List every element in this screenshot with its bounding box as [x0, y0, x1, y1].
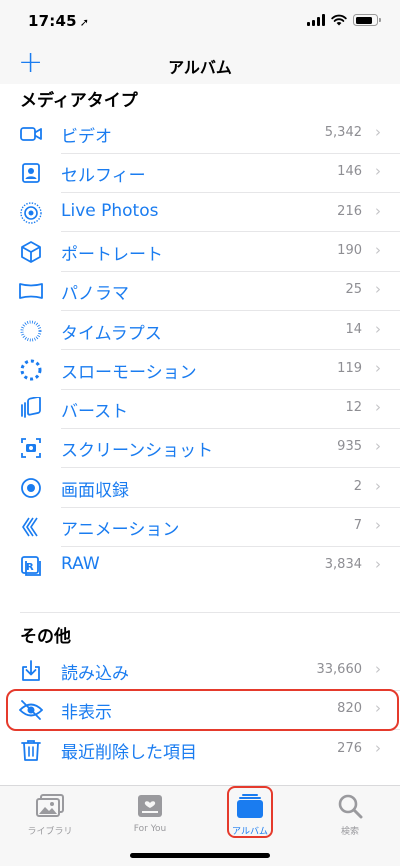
tab-for-you[interactable]: For You — [100, 792, 200, 834]
chevron-right-icon: › — [375, 123, 381, 141]
album-row-label: ビデオ — [61, 127, 112, 147]
album-row-label: スローモーション — [61, 362, 197, 383]
tab-label: ライブラリ — [27, 827, 73, 837]
album-row-count: 12 — [345, 400, 362, 416]
status-bar: 17:45 ➚ — [0, 0, 400, 44]
album-row-count: 216 — [337, 203, 362, 219]
album-row-slow-motion[interactable]: スローモーション 119 › — [0, 350, 400, 389]
album-row-label: アニメーション — [61, 520, 180, 540]
chevron-right-icon: › — [375, 555, 381, 574]
screenshot-icon — [19, 436, 43, 460]
tab-library[interactable]: ライブラリ — [0, 792, 100, 837]
chevron-right-icon: › — [375, 319, 381, 338]
album-row-video[interactable]: ビデオ 5,342 › — [0, 114, 400, 153]
panorama-icon — [19, 279, 43, 303]
album-row-screenshot[interactable]: スクリーンショット 935 › — [0, 428, 400, 467]
album-row-label: 画面収録 — [61, 480, 129, 501]
nav-bar: + アルバム — [0, 44, 400, 84]
svg-text:R: R — [26, 562, 34, 573]
album-row-label: RAW — [61, 554, 100, 575]
portrait-cube-icon — [19, 240, 43, 264]
album-row-count: 14 — [345, 321, 362, 337]
burst-icon — [19, 396, 43, 421]
chevron-right-icon: › — [375, 280, 381, 299]
album-row-count: 190 — [337, 242, 362, 258]
selfie-icon — [19, 161, 43, 185]
album-row-label: セルフィー — [61, 166, 146, 187]
cellular-signal-icon — [307, 14, 325, 26]
slow-motion-icon — [19, 358, 43, 382]
album-row-selfie[interactable]: セルフィー 146 › — [0, 153, 400, 192]
chevron-right-icon: › — [375, 516, 381, 534]
album-row-count: 5,342 — [324, 125, 362, 140]
tab-label: For You — [133, 824, 167, 834]
album-row-count: 2 — [353, 478, 362, 494]
wifi-icon — [331, 14, 347, 26]
status-time: 17:45 ➚ — [28, 12, 89, 30]
screen-recording-icon — [19, 476, 43, 500]
album-row-live-photos[interactable]: Live Photos 216 › — [0, 193, 400, 232]
chevron-right-icon: › — [375, 437, 381, 456]
album-row-count: 935 — [337, 439, 362, 455]
album-row-count: 276 — [337, 740, 362, 756]
section-header-other: その他 — [20, 627, 71, 647]
chevron-right-icon: › — [375, 162, 381, 181]
album-row-label: 読み込み — [61, 664, 129, 684]
tab-label: 検索 — [340, 827, 359, 837]
section-header-media-types: メディアタイプ — [20, 91, 138, 111]
battery-icon — [353, 14, 381, 26]
album-row-label: スクリーンショット — [61, 441, 214, 462]
live-photos-icon — [19, 201, 43, 225]
album-row-label: ポートレート — [61, 244, 163, 265]
album-row-import[interactable]: 読み込み 33,660 › — [0, 651, 400, 690]
video-icon — [19, 122, 43, 146]
chevron-right-icon: › — [375, 201, 381, 220]
album-row-count: 3,834 — [324, 557, 362, 573]
album-row-screen-recording[interactable]: 画面収録 2 › — [0, 468, 400, 507]
album-row-count: 146 — [337, 164, 362, 180]
chevron-right-icon: › — [375, 358, 381, 377]
album-row-animation[interactable]: アニメーション 7 › — [0, 507, 400, 546]
album-row-burst[interactable]: バースト 12 › — [0, 389, 400, 428]
album-row-count: 7 — [353, 518, 362, 533]
tab-search[interactable]: 検索 — [300, 792, 400, 837]
chevron-right-icon: › — [375, 738, 381, 757]
album-row-label: タイムラプス — [61, 323, 162, 344]
highlight-albums-tab — [227, 786, 273, 838]
highlight-hidden-row — [6, 689, 399, 731]
page-title: アルバム — [168, 58, 232, 77]
chevron-right-icon: › — [375, 240, 381, 259]
status-indicators — [307, 14, 381, 26]
library-photo-icon — [35, 792, 65, 820]
album-row-label: パノラマ — [61, 284, 129, 305]
album-row-count: 25 — [345, 282, 362, 298]
chevron-right-icon: › — [375, 398, 381, 417]
album-row-portrait-cube[interactable]: ポートレート 190 › — [0, 232, 400, 271]
animation-icon — [19, 515, 43, 539]
chevron-right-icon: › — [375, 660, 381, 678]
album-row-count: 33,660 — [316, 662, 363, 677]
album-row-label: 最近削除した項目 — [61, 742, 197, 763]
album-row-raw[interactable]: R RAW 3,834 › — [0, 546, 400, 585]
raw-icon: R — [19, 554, 43, 578]
album-row-count: 119 — [337, 360, 362, 376]
for-you-icon — [135, 792, 165, 820]
timelapse-icon — [19, 319, 43, 343]
album-row-timelapse[interactable]: タイムラプス 14 › — [0, 311, 400, 350]
trash-icon — [19, 738, 43, 762]
import-icon — [19, 659, 43, 683]
status-time-text: 17:45 — [28, 12, 77, 30]
search-icon — [335, 792, 365, 820]
album-row-panorama[interactable]: パノラマ 25 › — [0, 271, 400, 310]
location-arrow-icon: ➚ — [79, 16, 90, 29]
home-indicator — [130, 853, 270, 858]
album-row-trash[interactable]: 最近削除した項目 276 › — [0, 730, 400, 769]
section-divider — [20, 612, 400, 613]
album-row-label: バースト — [61, 402, 129, 423]
chevron-right-icon: › — [375, 476, 381, 495]
album-row-label: Live Photos — [61, 200, 159, 221]
